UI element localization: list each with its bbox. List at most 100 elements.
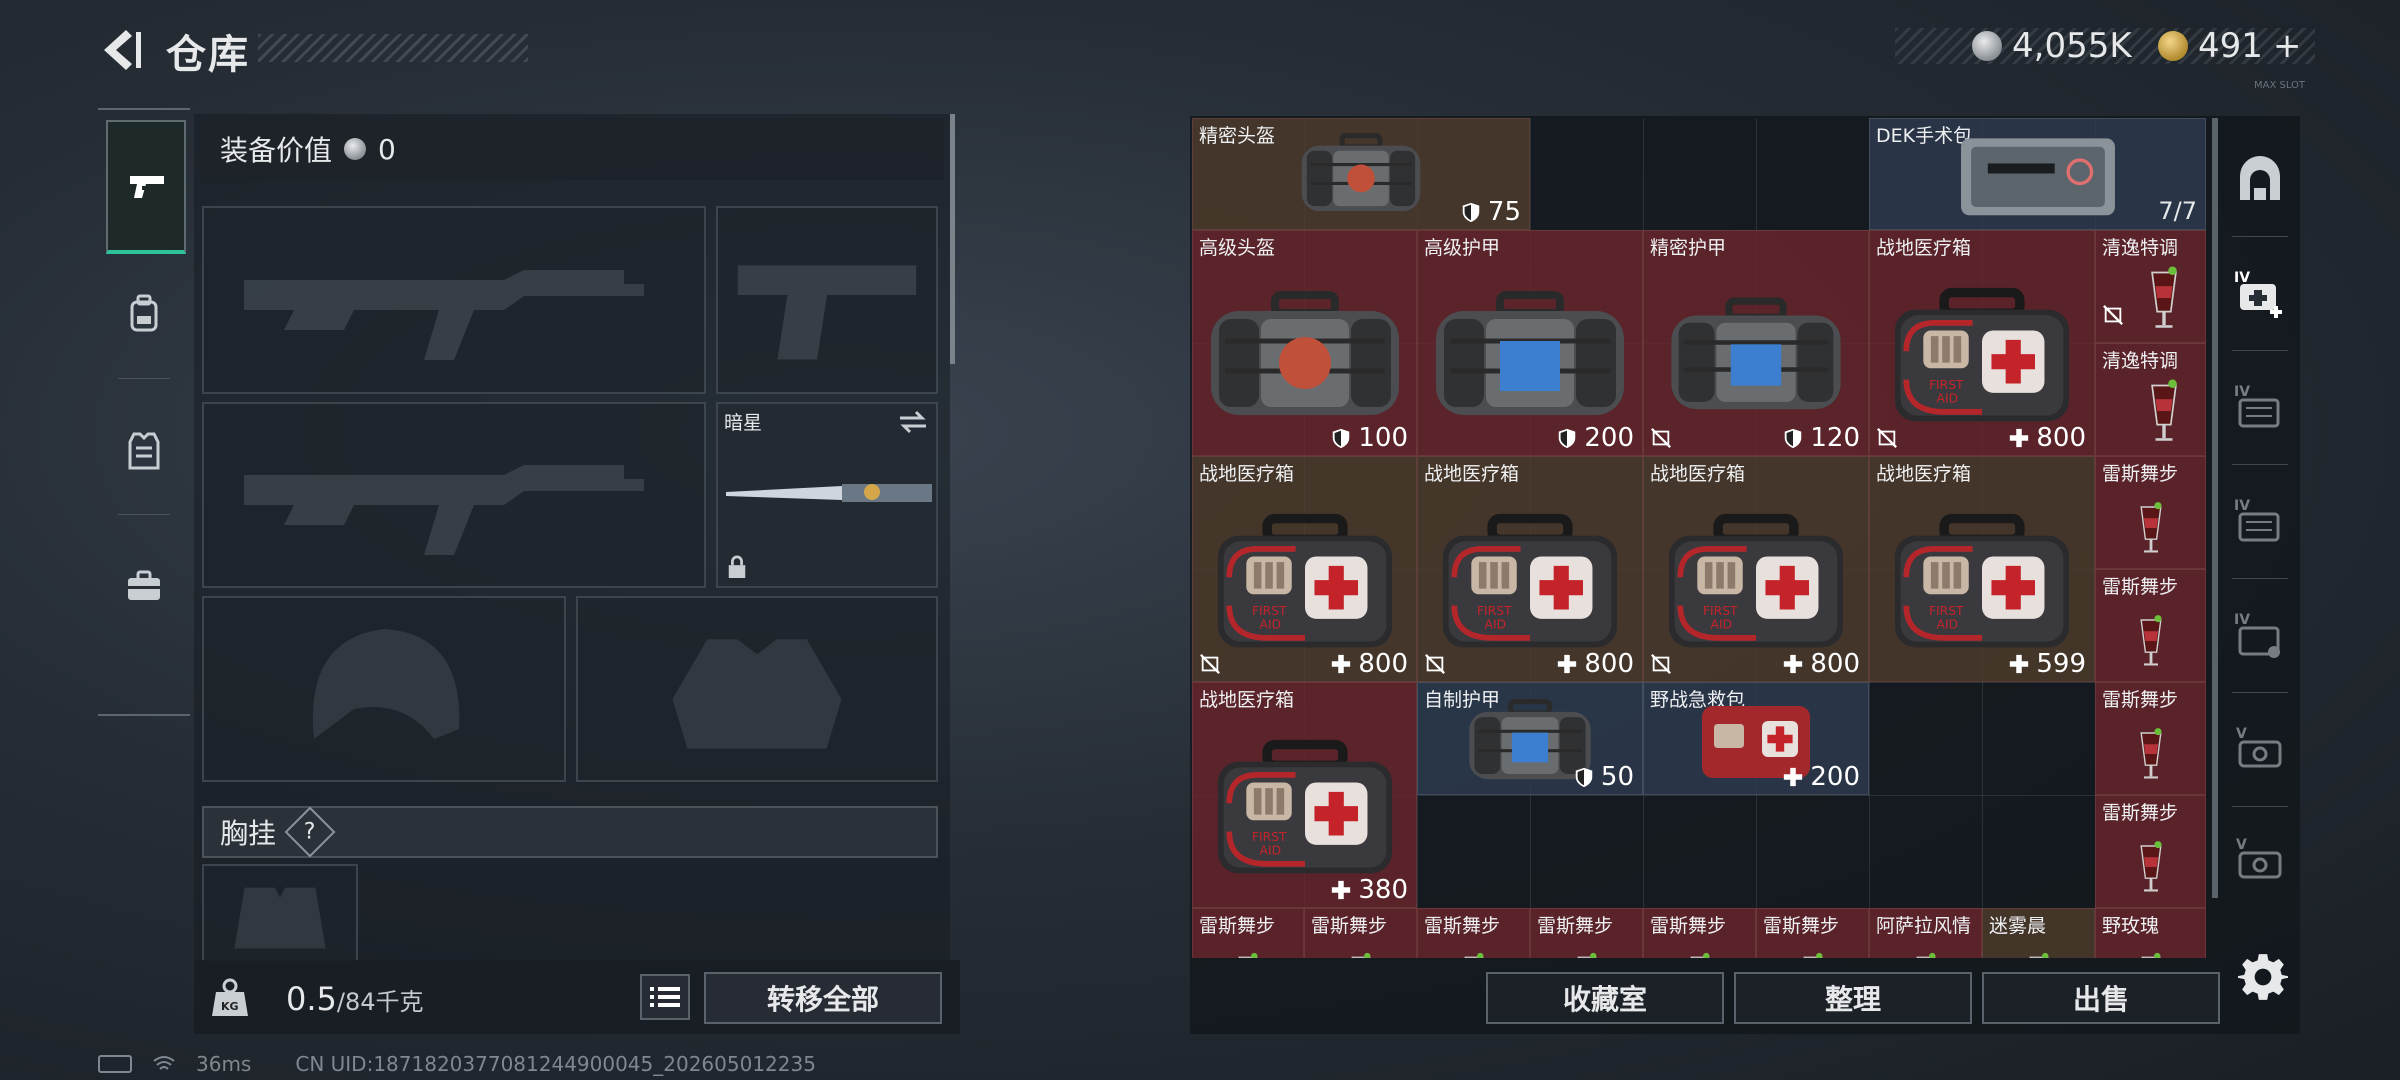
tab-container-iv-1[interactable]: IV — [2224, 360, 2296, 456]
item-heal-value: 800 — [1556, 649, 1634, 679]
storage-item[interactable]: 战地医疗箱 800 — [1869, 230, 2095, 456]
storage-item[interactable]: 雷斯舞步 — [1756, 908, 1869, 958]
heal-plus-icon — [2008, 653, 2030, 675]
storage-item[interactable]: 高级头盔 100 — [1192, 230, 1417, 456]
storage-item[interactable]: 战地医疗箱 800 — [1643, 456, 1869, 682]
gold-add-button[interactable]: + — [2273, 26, 2302, 66]
svg-text:IV: IV — [2234, 384, 2250, 400]
armor-shield-icon — [1460, 201, 1482, 223]
pistol-icon — [130, 176, 164, 198]
storage-item[interactable]: 雷斯舞步 — [2095, 456, 2206, 569]
storage-item[interactable]: 野战急救包 200 — [1643, 682, 1869, 795]
item-name: 战地医疗箱 — [1876, 237, 1972, 259]
status-bar: 36ms CN UID:1871820377081244900045_20260… — [98, 1052, 816, 1076]
storage-item[interactable]: 战地医疗箱 800 — [1192, 456, 1417, 682]
item-name: 雷斯舞步 — [1199, 915, 1276, 937]
item-name: 雷斯舞步 — [1537, 915, 1614, 937]
list-view-button[interactable] — [640, 974, 690, 1020]
item-name: 雷斯舞步 — [2102, 689, 2179, 711]
storage-item[interactable]: 阿萨拉风情 — [1869, 908, 1982, 958]
sell-button[interactable]: 出售 — [1982, 972, 2220, 1024]
storage-item[interactable]: 精密头盔 75 — [1192, 118, 1530, 230]
back-button[interactable] — [98, 26, 142, 74]
storage-item[interactable]: DEK手术包 7/7 — [1869, 118, 2206, 230]
heal-plus-icon — [1330, 879, 1352, 901]
gold-currency[interactable]: 491 + — [2158, 24, 2301, 68]
surgery-kit-icon — [1960, 138, 2115, 216]
item-name: 战地医疗箱 — [1650, 463, 1746, 485]
chest-rig-slot[interactable] — [202, 864, 358, 962]
helmet-slot[interactable] — [202, 596, 566, 782]
swap-icon[interactable] — [898, 410, 928, 434]
chest-rig-label: 胸挂 — [220, 817, 277, 850]
helmet-bag-icon — [1298, 130, 1424, 218]
storage-item[interactable]: 雷斯舞步 — [2095, 569, 2206, 682]
tab-container-iv-3[interactable]: IV — [2224, 588, 2296, 684]
untradeable-icon — [1424, 653, 1446, 675]
organize-button[interactable]: 整理 — [1734, 972, 1972, 1024]
svg-text:V: V — [2236, 726, 2247, 742]
storage-item[interactable]: 清逸特调 — [2095, 343, 2206, 456]
storage-item[interactable]: 雷斯舞步 — [1192, 908, 1304, 958]
storage-item[interactable]: 迷雾晨 — [1982, 908, 2095, 958]
helmet-bag-icon — [1205, 291, 1405, 421]
sidearm-slot[interactable] — [716, 206, 938, 394]
storage-item[interactable]: 雷斯舞步 — [1643, 908, 1756, 958]
storage-item[interactable]: 雷斯舞步 — [1417, 908, 1530, 958]
storage-item[interactable]: 战地医疗箱 800 — [1417, 456, 1643, 682]
storage-item[interactable]: 战地医疗箱 380 — [1192, 682, 1417, 908]
drink-icon — [2136, 500, 2166, 556]
title-decoration — [258, 34, 528, 62]
storage-item[interactable]: 雷斯舞步 — [2095, 682, 2206, 795]
settings-gear-icon[interactable] — [2238, 952, 2288, 1002]
primary-weapon-slot[interactable] — [202, 206, 706, 394]
tab-safe-box[interactable] — [2224, 132, 2296, 228]
melee-slot[interactable]: 暗星 — [716, 402, 938, 588]
medical-case-iv-icon: IV — [2234, 270, 2282, 318]
storage-scrollbar[interactable] — [2212, 118, 2218, 898]
tab-toolbox[interactable] — [106, 522, 182, 650]
untradeable-icon — [1650, 653, 1672, 675]
item-name: 雷斯舞步 — [2102, 576, 2179, 598]
backpack-icon — [130, 294, 158, 332]
untradeable-icon — [1650, 427, 1672, 449]
storage-item[interactable]: 清逸特调 — [2095, 230, 2206, 343]
tab-divider — [2232, 578, 2288, 579]
item-name: 高级头盔 — [1199, 237, 1276, 259]
storage-item[interactable]: 高级护甲 200 — [1417, 230, 1643, 456]
tab-backpack[interactable] — [106, 250, 182, 378]
storage-item[interactable]: 野玫瑰 — [2095, 908, 2206, 958]
storage-item[interactable]: 战地医疗箱 599 — [1869, 456, 2095, 682]
storage-item[interactable]: 雷斯舞步 — [1530, 908, 1643, 958]
armor-shield-icon — [1573, 766, 1595, 788]
storage-item[interactable]: 雷斯舞步 — [2095, 795, 2206, 908]
help-icon: ? — [304, 819, 316, 845]
storage-grid: 精密头盔 75 DEK手术包 7/7 高级头盔 100 高级护甲 200 精密护… — [1192, 118, 2206, 958]
gold-amount: 491 — [2198, 26, 2263, 66]
equipment-value: 0 — [378, 132, 396, 166]
untradeable-icon — [2102, 304, 2124, 326]
secondary-weapon-slot[interactable] — [202, 402, 706, 588]
collection-room-button[interactable]: 收藏室 — [1486, 972, 1724, 1024]
tab-vest[interactable] — [106, 386, 182, 514]
tab-divider — [2232, 464, 2288, 465]
storage-item[interactable]: 精密护甲 120 — [1643, 230, 1869, 456]
tab-medical-case[interactable]: IV — [2224, 246, 2296, 342]
storage-item[interactable]: 自制护甲 50 — [1417, 682, 1643, 795]
user-uid: CN UID:1871820377081244900045_2026050122… — [295, 1052, 816, 1076]
armor-slot[interactable] — [576, 596, 938, 782]
transfer-all-button[interactable]: 转移全部 — [704, 972, 942, 1024]
storage-item[interactable]: 雷斯舞步 — [1304, 908, 1417, 958]
tab-container-iv-2[interactable]: IV — [2224, 474, 2296, 570]
tab-container-v-1[interactable]: V — [2224, 702, 2296, 798]
item-name: 阿萨拉风情 — [1876, 915, 1972, 937]
drink-icon — [1913, 951, 1939, 958]
weight-readout: 0.5/84千克 — [286, 980, 424, 1018]
equipment-scrollbar[interactable] — [950, 114, 955, 364]
knife-icon — [726, 484, 932, 502]
ping-readout: 36ms — [196, 1052, 252, 1076]
tab-container-v-2[interactable]: V — [2224, 816, 2296, 906]
medkit-icon — [1887, 285, 2077, 427]
tab-weapons[interactable] — [106, 120, 186, 254]
chest-rig-help-button[interactable]: ? — [284, 806, 336, 858]
